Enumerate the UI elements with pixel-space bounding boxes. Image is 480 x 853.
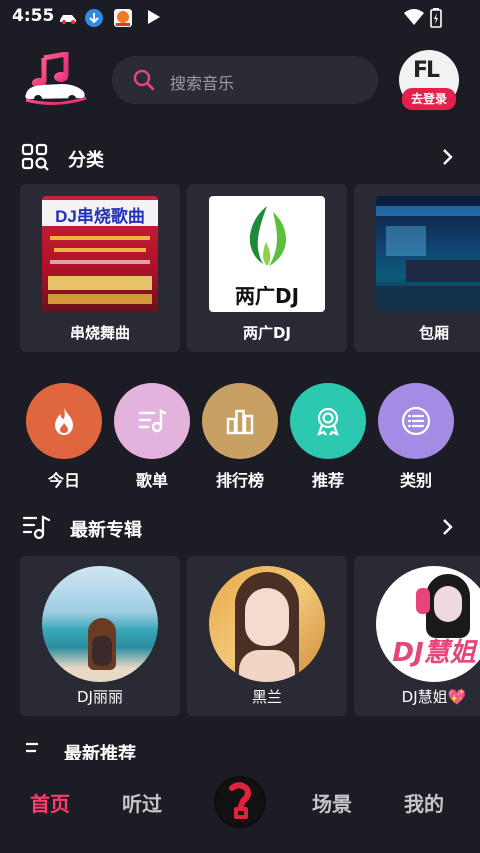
bottom-nav: 首页 听过 场景 我的: [0, 760, 480, 853]
album-cover: DJ慧姐: [376, 566, 480, 682]
thumbnail-title: 两广DJ: [234, 284, 300, 308]
album-cover-title: DJ慧姐: [392, 638, 476, 668]
categories-title: 分类: [68, 150, 104, 171]
app-notification-icon: [113, 8, 133, 27]
quick-link-ranking[interactable]: 排行榜: [202, 383, 278, 491]
quick-link-label: 歌单: [135, 471, 168, 490]
avatar-mark: FL: [413, 58, 440, 83]
albums-header[interactable]: 最新专辑: [0, 510, 480, 546]
album-card[interactable]: DJ慧姐 DJ慧姐💖: [354, 556, 480, 716]
quick-link-today[interactable]: 今日: [26, 383, 102, 491]
login-button[interactable]: 去登录: [402, 88, 456, 110]
playlist-icon: [114, 383, 190, 459]
nav-mine[interactable]: 我的: [404, 788, 444, 817]
wifi-icon: [404, 8, 424, 26]
chevron-right-icon[interactable]: [440, 148, 456, 166]
category-card[interactable]: 两广DJ 两广DJ: [187, 184, 347, 352]
nav-history[interactable]: 听过: [122, 788, 162, 817]
quick-link-label: 排行榜: [215, 471, 264, 490]
search-icon: [132, 68, 156, 92]
award-icon: [290, 383, 366, 459]
recommend-title: 最新推荐: [64, 744, 136, 762]
album-label: 黑兰: [251, 688, 282, 706]
status-time: 4:55: [12, 6, 55, 26]
category-label: 包厢: [418, 324, 449, 342]
music-list-icon: [22, 512, 52, 542]
thumbnail-title: DJ串烧歌曲: [55, 207, 145, 226]
album-card[interactable]: 黑兰: [187, 556, 347, 716]
search-bar[interactable]: 搜索音乐: [112, 56, 378, 104]
play-notification-icon: [146, 8, 166, 26]
category-card[interactable]: 包厢: [354, 184, 480, 352]
status-bar: 4:55: [0, 0, 480, 34]
quick-link-label: 今日: [47, 471, 80, 490]
category-label: 串烧舞曲: [69, 324, 130, 342]
app-logo: [22, 51, 88, 106]
category-thumbnail: [376, 196, 480, 312]
album-cover: [42, 566, 158, 682]
nav-home[interactable]: 首页: [30, 788, 70, 817]
nav-scene[interactable]: 场景: [312, 788, 352, 817]
quick-link-label: 类别: [399, 471, 432, 490]
album-cover: [209, 566, 325, 682]
chevron-right-icon[interactable]: [440, 518, 456, 536]
list-icon: [378, 383, 454, 459]
download-notification-icon: [84, 8, 104, 27]
category-card[interactable]: DJ串烧歌曲 串烧舞曲: [20, 184, 180, 352]
player-center-button[interactable]: [214, 776, 266, 828]
album-label: DJ慧姐💖: [401, 688, 467, 706]
quick-link-recommend[interactable]: 推荐: [290, 383, 366, 491]
category-label: 两广DJ: [242, 324, 292, 342]
recommend-header[interactable]: 最新推荐: [0, 734, 480, 762]
flame-icon: [26, 383, 102, 459]
chart-icon: [202, 383, 278, 459]
car-notification-icon: [58, 8, 78, 26]
music-list-icon: [24, 738, 50, 762]
quick-link-category[interactable]: 类别: [378, 383, 454, 491]
quick-link-label: 推荐: [311, 471, 344, 490]
battery-icon: [430, 8, 450, 28]
search-placeholder: 搜索音乐: [170, 74, 235, 93]
albums-title: 最新专辑: [70, 520, 142, 541]
category-thumbnail: 两广DJ: [209, 196, 325, 312]
category-thumbnail: DJ串烧歌曲: [42, 196, 158, 312]
quick-link-playlist[interactable]: 歌单: [114, 383, 190, 491]
album-card[interactable]: DJ丽丽: [20, 556, 180, 716]
category-grid-icon: [20, 142, 50, 172]
categories-header[interactable]: 分类: [0, 140, 480, 176]
album-label: DJ丽丽: [77, 688, 123, 706]
